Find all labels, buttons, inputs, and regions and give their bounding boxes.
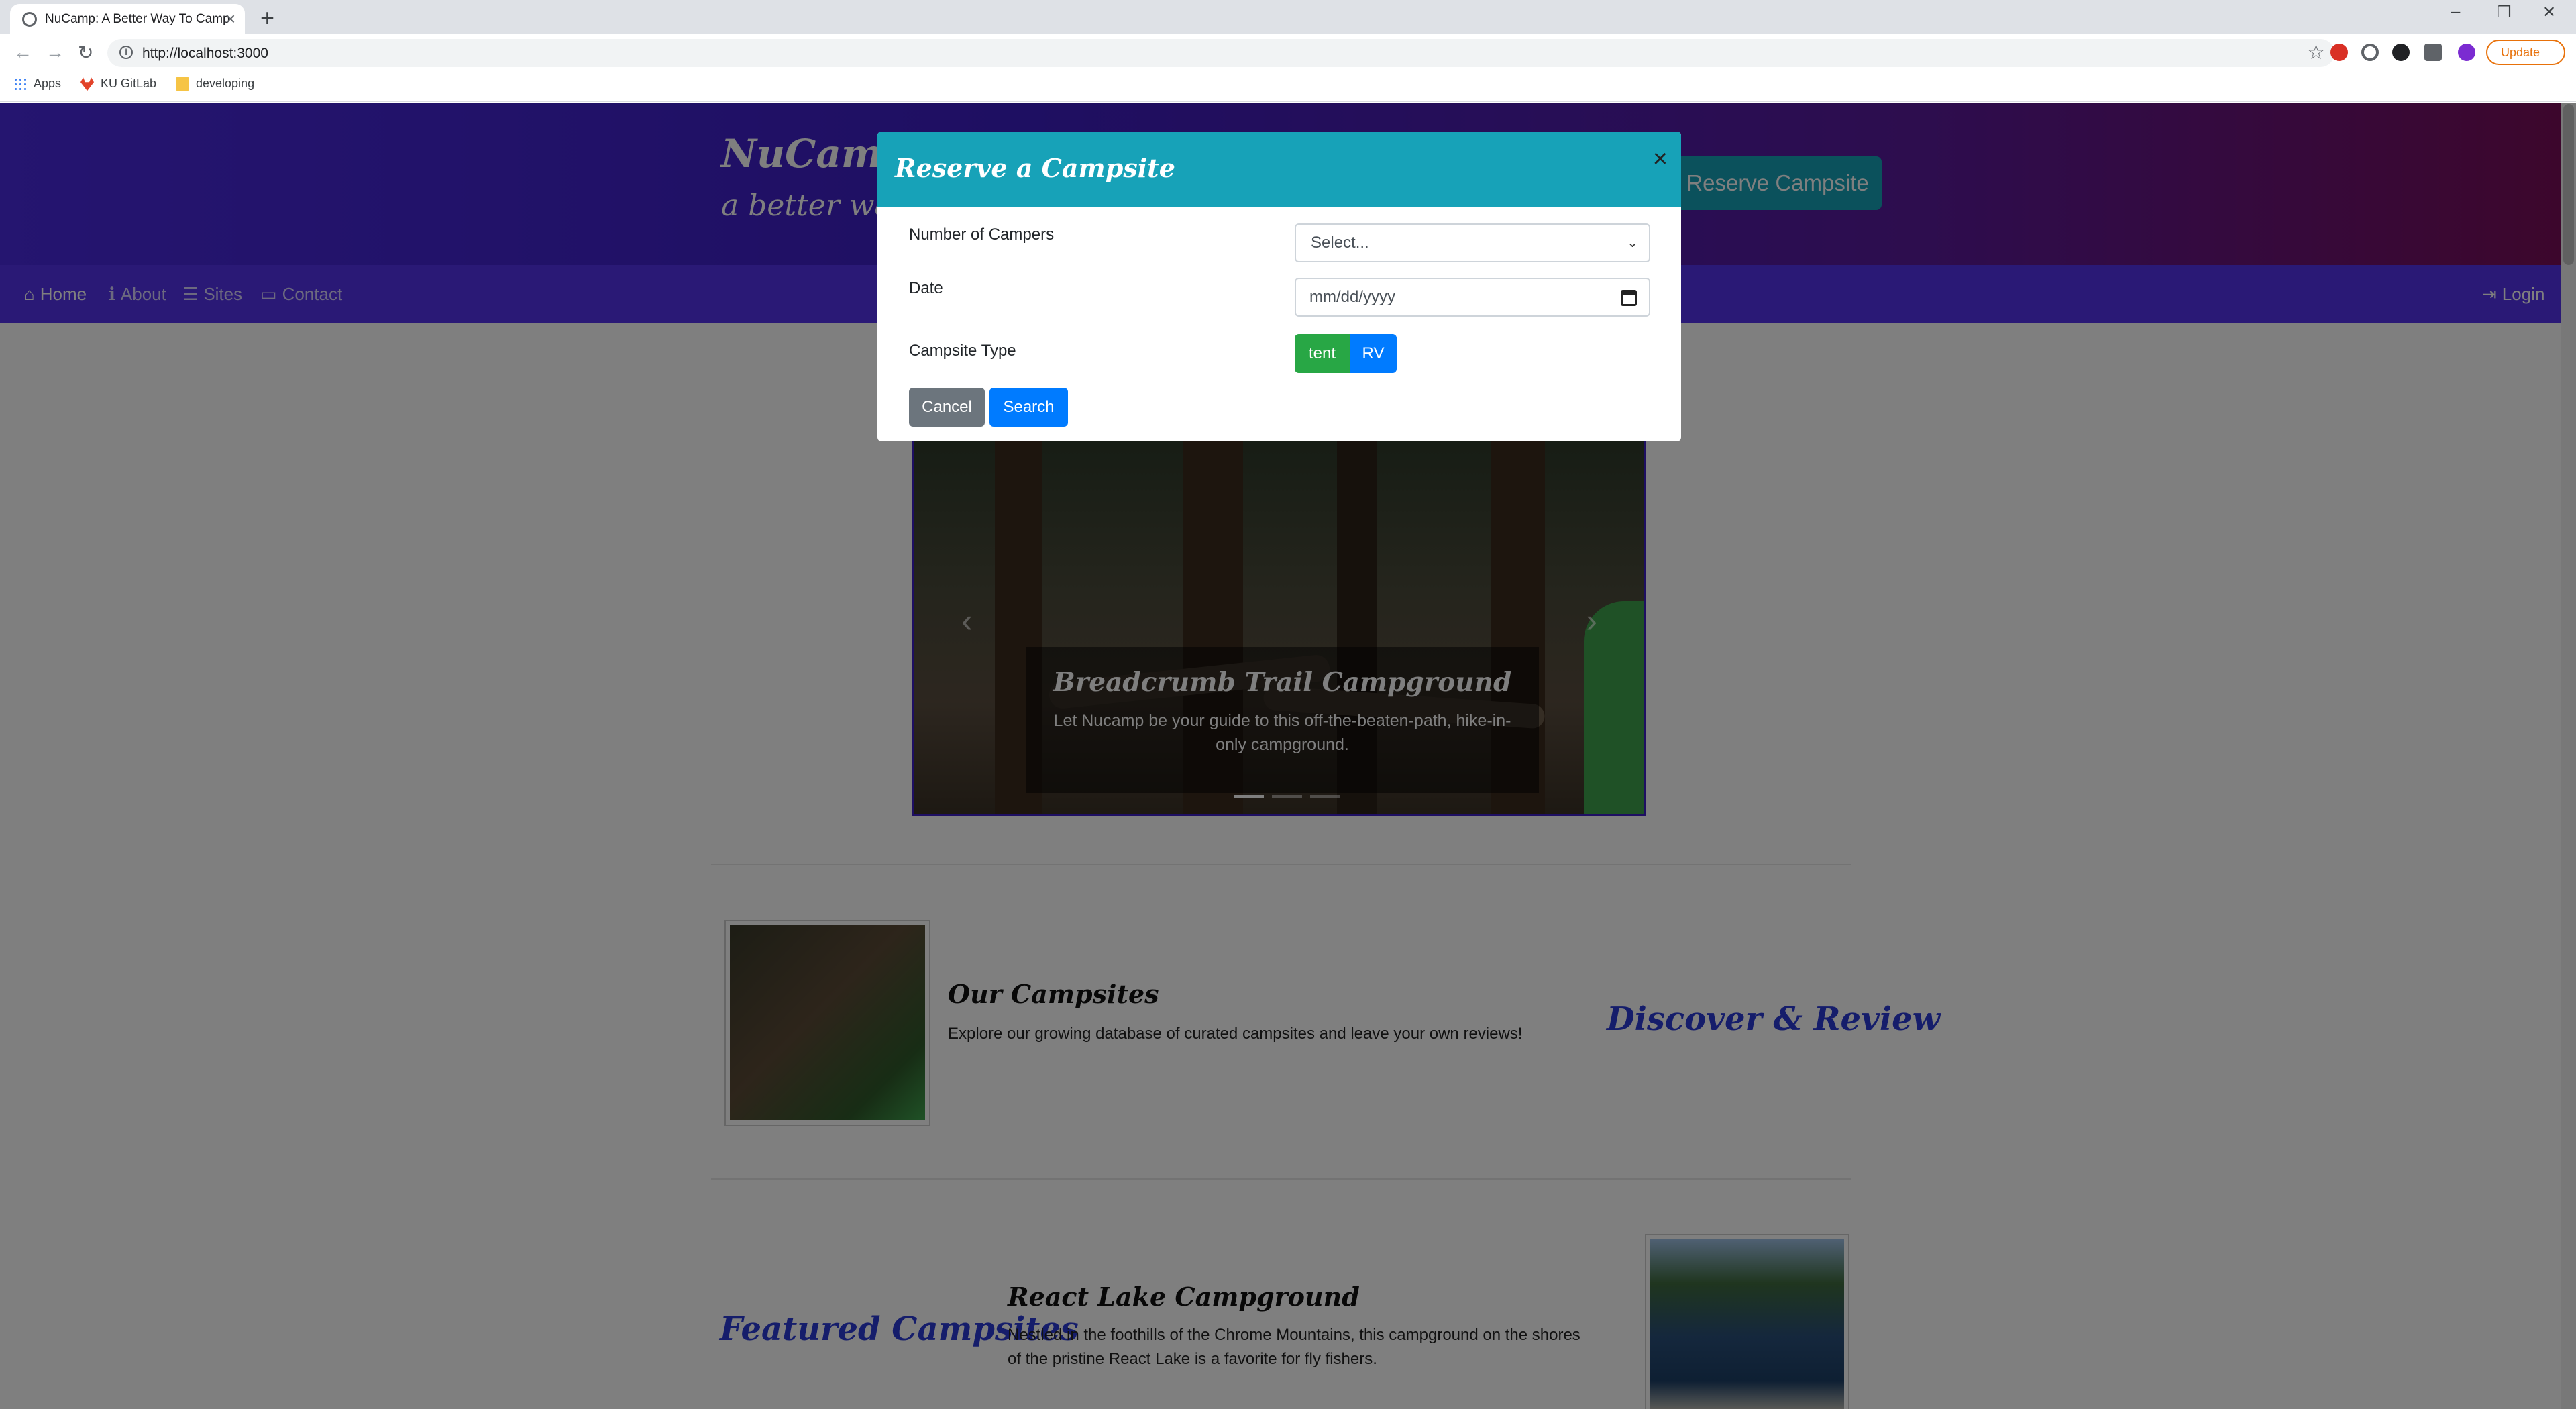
tab-close-icon[interactable]: × <box>225 9 235 30</box>
date-placeholder: mm/dd/yyyy <box>1309 288 1396 306</box>
extension-icon[interactable] <box>2392 44 2410 61</box>
search-button[interactable]: Search <box>989 388 1068 427</box>
cancel-button[interactable]: Cancel <box>909 388 985 427</box>
close-icon[interactable]: × <box>1653 145 1668 174</box>
calendar-icon[interactable] <box>1621 290 1637 306</box>
url-text: http://localhost:3000 <box>142 46 268 61</box>
puzzle-icon[interactable] <box>2424 44 2442 61</box>
reserve-modal: Reserve a Campsite × Number of Campers S… <box>877 132 1681 441</box>
campers-select-value: Select... <box>1311 233 1369 252</box>
bookmark-developing[interactable]: developing <box>176 76 254 91</box>
window-close-icon[interactable]: ✕ <box>2542 3 2556 22</box>
globe-icon <box>22 12 37 27</box>
modal-title: Reserve a Campsite <box>895 153 1175 183</box>
back-icon[interactable]: ← <box>13 42 32 63</box>
extension-icon[interactable] <box>2361 44 2379 61</box>
chevron-down-icon: ⌄ <box>1627 236 1638 250</box>
update-button[interactable]: Update <box>2486 40 2565 65</box>
apps-grid-icon <box>13 77 27 91</box>
bookmark-label: developing <box>196 76 255 90</box>
bookmark-star-icon[interactable]: ☆ <box>2307 41 2325 64</box>
info-icon[interactable]: i <box>119 46 133 59</box>
bookmark-gitlab[interactable]: KU GitLab <box>80 76 156 91</box>
bookmark-label: KU GitLab <box>101 76 157 90</box>
browser-tab[interactable]: NuCamp: A Better Way To Camp × <box>10 4 245 34</box>
tent-button[interactable]: tent <box>1295 334 1350 373</box>
reload-icon[interactable]: ↻ <box>78 42 93 64</box>
modal-header: Reserve a Campsite × <box>877 132 1681 207</box>
bookmark-label: Apps <box>34 76 62 90</box>
avatar[interactable] <box>2458 44 2475 61</box>
new-tab-icon[interactable]: + <box>260 4 274 32</box>
folder-icon <box>176 77 189 91</box>
browser-toolbar: ← → ↻ i http://localhost:3000 ☆ Update <box>0 34 2576 71</box>
minimize-icon[interactable]: – <box>2451 3 2460 21</box>
rv-button[interactable]: RV <box>1350 334 1397 373</box>
campers-label: Number of Campers <box>909 225 1055 244</box>
date-label: Date <box>909 279 943 297</box>
campsite-type-label: Campsite Type <box>909 342 1016 360</box>
restore-icon[interactable]: ❐ <box>2497 3 2512 22</box>
date-input[interactable]: mm/dd/yyyy <box>1295 278 1650 317</box>
bookmarks-bar: Apps KU GitLab developing <box>0 71 2576 102</box>
bookmark-apps[interactable]: Apps <box>13 76 61 91</box>
forward-icon[interactable]: → <box>46 42 64 63</box>
campers-select[interactable]: Select... ⌄ <box>1295 223 1650 262</box>
extension-icon[interactable] <box>2330 44 2348 61</box>
browser-tabbar: NuCamp: A Better Way To Camp × + – ❐ ✕ <box>0 0 2576 34</box>
gitlab-icon <box>80 77 94 91</box>
tab-title: NuCamp: A Better Way To Camp <box>45 12 230 26</box>
address-bar[interactable]: i http://localhost:3000 ☆ <box>107 39 2334 67</box>
